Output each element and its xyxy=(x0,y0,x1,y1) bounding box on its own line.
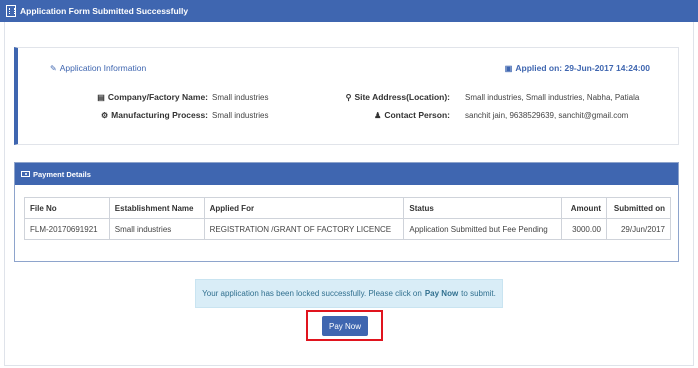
site-label-wrap: ⚲ Site Address(Location): xyxy=(346,92,450,102)
payment-details-title: Payment Details xyxy=(33,169,91,179)
cell-status: Application Submitted but Fee Pending xyxy=(403,218,563,240)
site-value: Small industries, Small industries, Nabh… xyxy=(465,93,640,102)
cogs-icon: ⚙ xyxy=(101,111,109,120)
process-label-wrap: ⚙ Manufacturing Process: xyxy=(101,110,208,120)
company-label-wrap: ▤ Company/Factory Name: xyxy=(97,92,208,102)
applied-on-text: Applied on: 29-Jun-2017 14:24:00 xyxy=(515,63,650,73)
window-title: Application Form Submitted Successfully xyxy=(20,6,189,16)
process-label: Manufacturing Process: xyxy=(111,110,208,120)
building-icon xyxy=(6,5,16,17)
contact-label-wrap: ♟ Contact Person: xyxy=(374,110,450,120)
cell-file-no: FLM-20170691921 xyxy=(24,218,110,240)
application-info-title: Application Information xyxy=(59,63,147,73)
site-label: Site Address(Location): xyxy=(354,92,450,102)
payment-details-panel: Payment Details File No Establishment Na… xyxy=(14,162,679,262)
money-icon xyxy=(21,171,30,177)
edit-icon: ✎ xyxy=(50,63,57,73)
alert-text-before: Your application has been locked success… xyxy=(202,289,422,298)
cell-establishment-name: Small industries xyxy=(108,218,205,240)
process-value: Small industries xyxy=(212,111,269,120)
lock-success-alert: Your application has been locked success… xyxy=(195,279,503,308)
col-file-no: File No xyxy=(24,197,110,219)
cell-applied-for: REGISTRATION /GRANT OF FACTORY LICENCE xyxy=(203,218,405,240)
table-row: FLM-20170691921 Small industries REGISTR… xyxy=(24,218,671,240)
cell-amount: 3000.00 xyxy=(561,218,607,240)
contact-value: sanchit jain, 9638529639, sanchit@gmail.… xyxy=(465,111,629,120)
company-value: Small industries xyxy=(212,93,269,102)
payment-details-heading: Payment Details xyxy=(15,163,678,185)
calendar-icon: ▣ xyxy=(504,63,513,73)
application-info-panel: ✎ Application Information ▣ Applied on: … xyxy=(14,47,679,145)
table-header-row: File No Establishment Name Applied For S… xyxy=(24,197,671,219)
window-titlebar: Application Form Submitted Successfully xyxy=(0,0,698,22)
col-applied-for: Applied For xyxy=(203,197,405,219)
application-info-heading: ✎ Application Information xyxy=(50,63,146,73)
payment-table: File No Establishment Name Applied For S… xyxy=(24,197,671,240)
applied-on: ▣ Applied on: 29-Jun-2017 14:24:00 xyxy=(505,63,650,73)
alert-text-after: to submit. xyxy=(461,289,496,298)
building-icon: ▤ xyxy=(97,93,105,102)
user-icon: ♟ xyxy=(374,111,382,120)
cell-submitted-on: 29/Jun/2017 xyxy=(606,218,671,240)
alert-text-bold: Pay Now xyxy=(424,289,459,298)
company-label: Company/Factory Name: xyxy=(107,92,208,102)
col-amount: Amount xyxy=(561,197,607,219)
map-marker-icon: ⚲ xyxy=(345,93,352,102)
pay-now-button[interactable]: Pay Now xyxy=(322,316,368,336)
col-establishment-name: Establishment Name xyxy=(108,197,205,219)
col-submitted-on: Submitted on xyxy=(606,197,671,219)
contact-label: Contact Person: xyxy=(384,110,450,120)
col-status: Status xyxy=(403,197,563,219)
